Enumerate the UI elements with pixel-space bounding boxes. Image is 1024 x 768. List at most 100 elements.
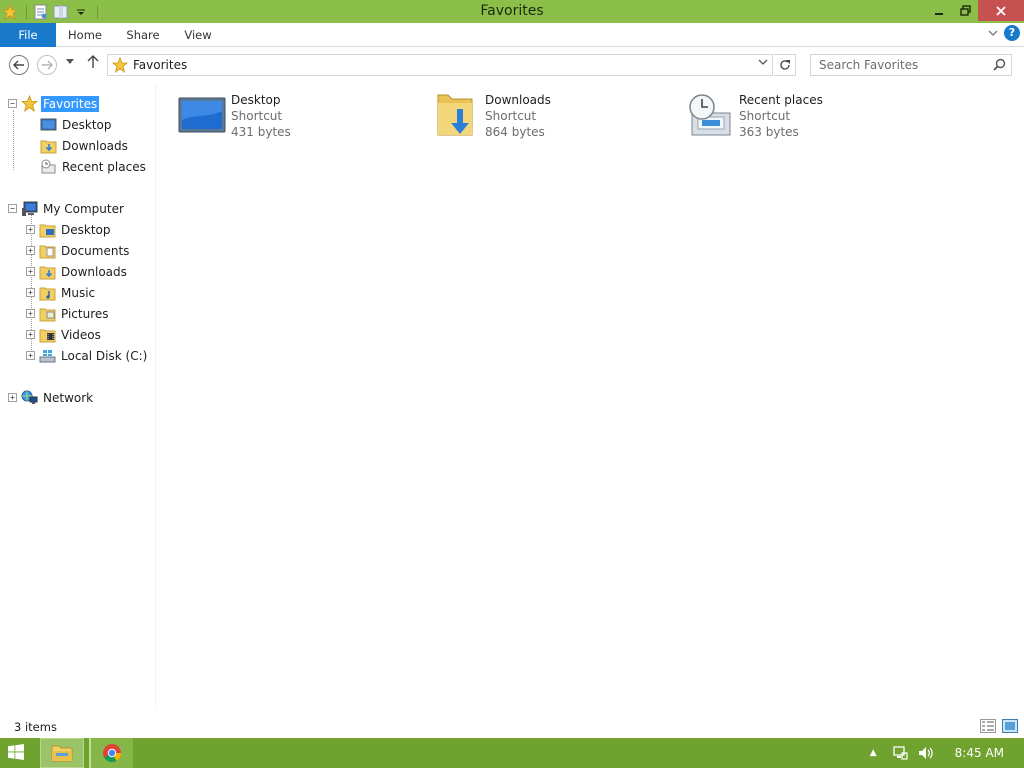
item-name: Downloads — [485, 93, 551, 107]
pictures-folder-icon — [39, 305, 56, 322]
recent-places-icon — [40, 158, 57, 175]
music-folder-icon — [39, 284, 56, 301]
restore-button[interactable] — [952, 0, 978, 21]
title-bar: Favorites — [0, 0, 1024, 23]
tree-label: Recent places — [62, 159, 146, 174]
expand-toggle-icon[interactable]: + — [26, 246, 35, 255]
computer-icon — [21, 200, 38, 217]
minimize-button[interactable] — [926, 0, 952, 21]
expand-ribbon-chevron-icon[interactable] — [988, 27, 998, 40]
windows-start-icon[interactable] — [8, 744, 26, 762]
item-type: Shortcut — [485, 109, 537, 123]
show-hidden-icons-icon[interactable]: ▲ — [870, 748, 877, 758]
collapse-toggle-icon[interactable]: − — [8, 99, 17, 108]
search-input[interactable] — [811, 55, 991, 75]
tree-node-favorites[interactable]: − Favorites — [8, 94, 100, 113]
details-view-icon[interactable] — [980, 719, 996, 733]
system-tray: ▲ 8:45 AM — [870, 738, 1024, 768]
address-dropdown-icon[interactable] — [758, 58, 768, 69]
downloads-folder-icon — [40, 137, 57, 154]
clock[interactable]: 8:45 AM — [955, 746, 1004, 760]
item-size: 864 bytes — [485, 125, 545, 139]
taskbar-file-explorer[interactable] — [40, 738, 84, 768]
back-button[interactable] — [9, 55, 29, 75]
expand-toggle-icon[interactable]: + — [26, 330, 35, 339]
window-title: Favorites — [480, 3, 544, 19]
file-item-desktop[interactable]: Desktop Shortcut 431 bytes — [178, 90, 418, 146]
help-icon[interactable]: ? — [1004, 25, 1020, 41]
ribbon-right-controls: ? — [988, 25, 1020, 41]
view-switcher — [980, 719, 1018, 733]
search-box[interactable] — [810, 54, 1012, 76]
local-disk-icon — [39, 347, 56, 364]
expand-toggle-icon[interactable]: + — [26, 288, 35, 297]
expand-toggle-icon[interactable]: + — [26, 267, 35, 276]
expand-toggle-icon[interactable]: + — [8, 393, 17, 402]
tree-label: Desktop — [61, 222, 111, 237]
tree-label: Downloads — [61, 264, 127, 279]
tree-node-pc-local-disk[interactable]: + Local Disk (C:) — [26, 346, 149, 365]
up-arrow-icon[interactable] — [87, 55, 99, 73]
item-count: 3 items — [14, 720, 57, 734]
forward-button[interactable] — [37, 55, 57, 75]
tree-node-fav-downloads[interactable]: Downloads — [40, 136, 130, 155]
address-bar[interactable]: Favorites — [107, 54, 773, 76]
network-status-icon[interactable] — [891, 744, 909, 762]
item-size: 363 bytes — [739, 125, 799, 139]
favorites-star-icon — [111, 56, 129, 76]
tab-home[interactable]: Home — [62, 23, 108, 47]
item-type: Shortcut — [739, 109, 791, 123]
item-size: 431 bytes — [231, 125, 291, 139]
tree-node-network[interactable]: + Network — [8, 388, 95, 407]
expand-toggle-icon[interactable]: + — [26, 309, 35, 318]
recent-places-icon — [686, 90, 734, 140]
chrome-icon — [103, 744, 121, 763]
tree-label: Local Disk (C:) — [61, 348, 148, 363]
collapse-toggle-icon[interactable]: − — [8, 204, 17, 213]
tree-node-pc-pictures[interactable]: + Pictures — [26, 304, 111, 323]
volume-icon[interactable] — [917, 744, 935, 762]
tab-share[interactable]: Share — [121, 23, 165, 47]
file-explorer-icon — [51, 745, 73, 762]
tree-node-fav-recent[interactable]: Recent places — [40, 157, 148, 176]
documents-folder-icon — [39, 242, 56, 259]
recent-locations-dropdown-icon[interactable] — [66, 58, 74, 68]
tree-label: Favorites — [41, 95, 100, 112]
taskbar-chrome[interactable] — [89, 738, 133, 768]
tree-label: Desktop — [62, 117, 112, 132]
search-icon[interactable] — [993, 58, 1006, 74]
tab-view[interactable]: View — [178, 23, 218, 47]
tree-label: Documents — [61, 243, 130, 258]
tree-node-pc-videos[interactable]: + Videos — [26, 325, 103, 344]
file-item-downloads[interactable]: Downloads Shortcut 864 bytes — [432, 90, 672, 146]
expand-toggle-icon[interactable]: + — [26, 225, 35, 234]
tree-label: My Computer — [43, 201, 124, 216]
desktop-folder-icon — [39, 221, 56, 238]
expand-toggle-icon[interactable]: + — [26, 351, 35, 360]
tree-node-pc-music[interactable]: + Music — [26, 283, 97, 302]
network-icon — [21, 389, 38, 406]
tree-label: Downloads — [62, 138, 128, 153]
ribbon-tabs: File Home Share View ? — [0, 23, 1024, 47]
tree-label: Pictures — [61, 306, 109, 321]
file-item-recent-places[interactable]: Recent places Shortcut 363 bytes — [686, 90, 926, 146]
desktop-icon — [178, 90, 226, 140]
window-controls — [926, 0, 1024, 21]
tree-label: Videos — [61, 327, 101, 342]
tree-node-my-computer[interactable]: − My Computer — [8, 199, 126, 218]
large-icons-view-icon[interactable] — [1002, 719, 1018, 733]
tree-label: Network — [43, 390, 94, 405]
close-button[interactable] — [978, 0, 1024, 21]
tree-node-pc-desktop[interactable]: + Desktop — [26, 220, 113, 239]
item-type: Shortcut — [231, 109, 283, 123]
navigation-pane: − Favorites Desktop Downloads Recent pla… — [0, 84, 156, 706]
downloads-folder-icon — [39, 263, 56, 280]
taskbar: ▲ 8:45 AM — [0, 738, 1024, 768]
tree-node-pc-documents[interactable]: + Documents — [26, 241, 131, 260]
tree-node-fav-desktop[interactable]: Desktop — [40, 115, 114, 134]
tree-node-pc-downloads[interactable]: + Downloads — [26, 262, 129, 281]
status-bar: 3 items — [0, 716, 1024, 738]
refresh-button[interactable] — [774, 54, 796, 76]
tab-file[interactable]: File — [0, 23, 56, 47]
favorites-star-icon — [21, 95, 38, 112]
